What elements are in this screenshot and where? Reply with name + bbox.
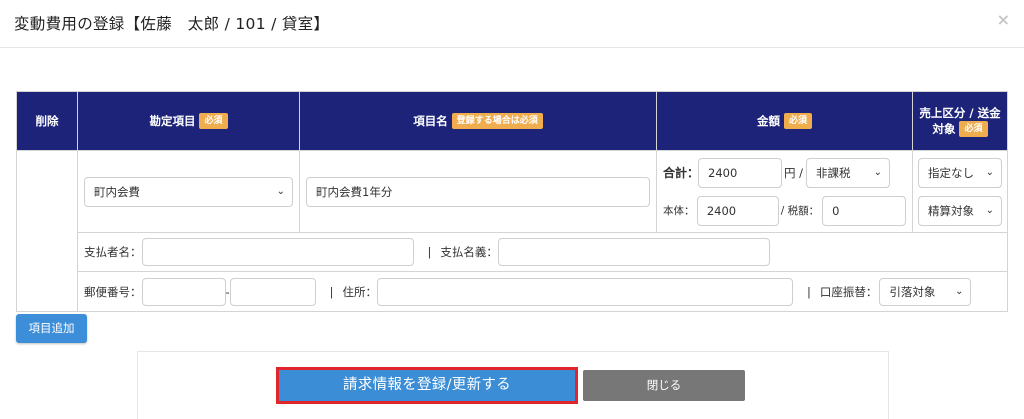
yen-label: 円 / (784, 165, 804, 180)
account-cell: 町内会費 ⌄ (77, 150, 300, 233)
base-input[interactable]: 2400 (696, 195, 779, 226)
account-select[interactable]: 町内会費 ⌄ (84, 176, 293, 207)
header-sales-type: 売上区分 / 送金 対象 必須 (912, 91, 1008, 151)
table-header-row: 削除 勘定項目 必須 項目名 登録する場合は必須 金額 必須 売上区分 / 送金 対象必… (16, 91, 1008, 151)
item-name-input[interactable]: 町内会費1年分 (306, 176, 650, 207)
header-item-name: 項目名 登録する場合は必須 (299, 91, 657, 151)
postal-label: 郵便番号： (84, 284, 142, 299)
modal-title: 変動費用の登録【佐藤 太郎 / 101 / 貸室】 (14, 15, 330, 33)
payee-input[interactable] (497, 238, 770, 266)
header-delete: 削除 (16, 91, 78, 151)
remit-target-select-value: 精算対象 (928, 203, 974, 218)
chevron-down-icon: ⌄ (873, 166, 883, 178)
postal-code-input-1[interactable] (141, 277, 226, 306)
address-row: 郵便番号： - | 住所： | 口座振替： 引落対象 ⌄ (17, 271, 1008, 312)
delete-cell (16, 150, 78, 312)
header-account-label: 勘定項目 (149, 113, 196, 128)
required-badge: 必須 (199, 113, 228, 130)
chevron-down-icon: ⌄ (985, 166, 994, 178)
table-row: 町内会費 ⌄ 町内会費1年分 合計： 2400 円 / 非課税 ⌄ 本体： 24… (16, 150, 1008, 312)
account-select-value: 町内会費 (94, 184, 140, 199)
header-sales-type-line2: 対象 (932, 121, 956, 136)
postal-code-input-2[interactable] (229, 277, 316, 306)
header-amount-label: 金額 (756, 113, 780, 128)
address-separator: | (329, 284, 334, 299)
address-cell: 郵便番号： - | 住所： | 口座振替： 引落対象 ⌄ (77, 271, 1008, 312)
tax-type-select[interactable]: 非課税 ⌄ (806, 157, 891, 188)
submit-button[interactable]: 請求情報を登録/更新する (276, 367, 578, 404)
expense-table: 削除 勘定項目 必須 項目名 登録する場合は必須 金額 必須 売上区分 / 送金 対象必… (16, 91, 1008, 312)
modal-header: 変動費用の登録【佐藤 太郎 / 101 / 貸室】 × (0, 0, 1024, 48)
base-label: 本体： (663, 205, 695, 217)
close-icon[interactable]: × (997, 10, 1010, 29)
tax-input[interactable]: 0 (822, 195, 906, 226)
sales-type-cell: 指定なし ⌄ 精算対象 ⌄ (912, 150, 1008, 233)
sales-type-select[interactable]: 指定なし ⌄ (918, 157, 1002, 188)
chevron-down-icon: ⌄ (985, 204, 994, 216)
chevron-down-icon: ⌄ (955, 285, 964, 297)
header-delete-label: 削除 (35, 113, 59, 128)
required-if-register-badge: 登録する場合は必須 (451, 113, 543, 130)
remit-target-select[interactable]: 精算対象 ⌄ (918, 195, 1002, 226)
address-label: 住所： (342, 284, 378, 299)
payer-row: 支払者名： | 支払名義： (17, 232, 1008, 272)
add-item-button[interactable]: 項目追加 (16, 314, 87, 343)
payer-name-input[interactable] (141, 238, 414, 266)
tax-type-select-value: 非課税 (816, 165, 851, 180)
header-amount: 金額 必須 (656, 91, 913, 151)
total-label: 合計： (663, 166, 700, 180)
payer-name-label: 支払者名： (84, 245, 142, 259)
transfer-select[interactable]: 引落対象 ⌄ (879, 277, 972, 306)
header-sales-type-line1: 売上区分 / 送金 (919, 105, 1001, 120)
header-account: 勘定項目 必須 (77, 91, 300, 151)
sales-type-select-value: 指定なし (928, 165, 974, 180)
transfer-select-value: 引落対象 (889, 284, 936, 299)
address-input[interactable] (377, 277, 794, 306)
header-item-name-label: 項目名 (413, 113, 448, 128)
transfer-separator: | (807, 284, 811, 299)
required-badge: 必須 (959, 121, 988, 138)
payer-cell: 支払者名： | 支払名義： (77, 232, 1008, 272)
payer-separator: | (427, 245, 432, 259)
item-name-cell: 町内会費1年分 (299, 150, 657, 233)
required-badge: 必須 (783, 113, 812, 130)
transfer-label: 口座振替： (819, 284, 878, 299)
chevron-down-icon: ⌄ (276, 185, 285, 197)
total-input[interactable]: 2400 (698, 157, 782, 188)
amount-cell: 合計： 2400 円 / 非課税 ⌄ 本体： 2400 / 税額： 0 (656, 150, 913, 233)
close-button[interactable]: 閉じる (583, 370, 745, 401)
payee-label: 支払名義： (440, 245, 498, 259)
tax-label: / 税額： (780, 205, 820, 217)
